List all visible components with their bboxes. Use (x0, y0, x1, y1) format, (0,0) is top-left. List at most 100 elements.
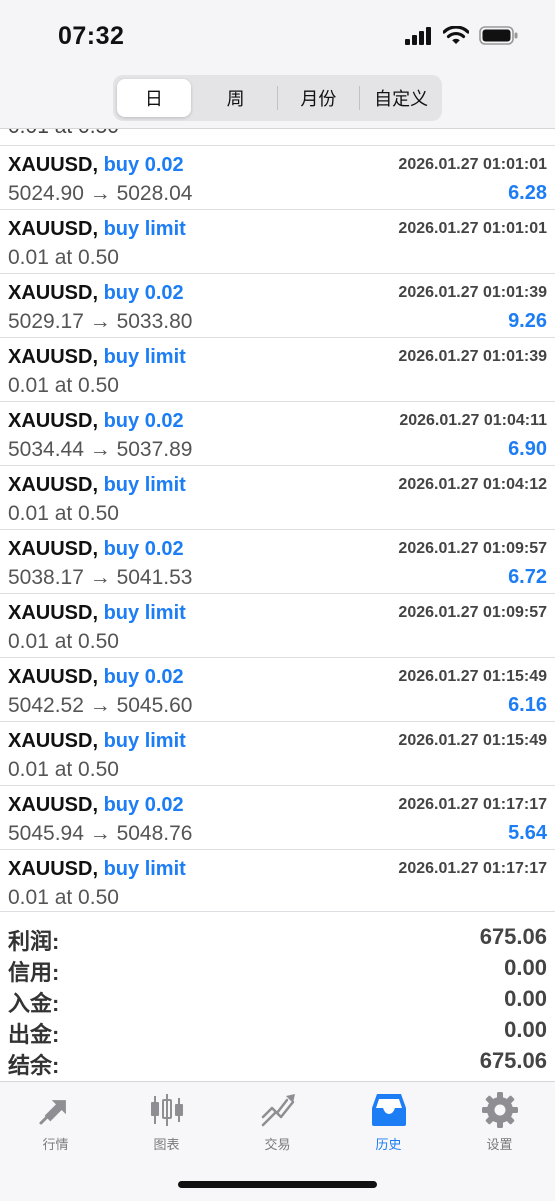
summary-row-balance: 结余: 675.06 (0, 1048, 555, 1079)
order-detail: 0.01 at 0.50 (8, 246, 119, 269)
order-row[interactable]: XAUUSD, buy 0.02 2026.01.27 01:17:17 504… (0, 785, 555, 849)
order-row[interactable]: XAUUSD, buy 0.02 2026.01.27 01:01:01 502… (0, 145, 555, 209)
order-row[interactable]: XAUUSD, buy limit 2026.01.27 01:15:49 0.… (0, 721, 555, 785)
order-action: buy limit (103, 474, 186, 496)
status-icons (405, 26, 519, 45)
order-symbol-line: XAUUSD, buy 0.02 (8, 410, 184, 433)
status-bar: 07:32 (0, 0, 555, 72)
summary-value: 675.06 (479, 1048, 547, 1073)
order-symbol-line: XAUUSD, buy 0.02 (8, 282, 184, 305)
segment-divider (276, 86, 278, 110)
order-time: 2026.01.27 01:01:01 (398, 220, 547, 237)
order-action: buy limit (103, 858, 186, 880)
period-tab-day[interactable]: 日 (117, 79, 191, 117)
order-time: 2026.01.27 01:15:49 (398, 668, 547, 685)
order-row[interactable]: XAUUSD, buy limit 2026.01.27 01:01:39 0.… (0, 337, 555, 401)
order-symbol: XAUUSD, (8, 538, 99, 560)
tab-label: 设置 (486, 1137, 513, 1152)
period-tab-week[interactable]: 周 (199, 79, 273, 117)
history-icon (371, 1094, 406, 1126)
order-row[interactable]: XAUUSD, buy 0.02 2026.01.27 01:01:39 502… (0, 273, 555, 337)
order-profit: 9.26 (508, 310, 547, 332)
order-action: buy 0.02 (103, 538, 184, 560)
order-time: 2026.01.27 01:04:12 (398, 476, 547, 493)
segment-divider (359, 86, 361, 110)
order-profit: 6.90 (508, 438, 547, 460)
order-symbol: XAUUSD, (8, 282, 99, 304)
order-symbol: XAUUSD, (8, 218, 99, 240)
summary-value: 0.00 (504, 1017, 547, 1042)
order-symbol-line: XAUUSD, buy limit (8, 858, 186, 881)
status-time: 07:32 (58, 22, 125, 50)
order-row[interactable]: XAUUSD, buy limit 2026.01.27 01:04:12 0.… (0, 465, 555, 529)
order-time: 2026.01.27 01:01:01 (398, 156, 547, 173)
order-time: 2026.01.27 01:04:11 (399, 412, 547, 429)
order-time: 2026.01.27 01:01:39 (398, 348, 547, 365)
tab-trade[interactable]: 交易 (222, 1090, 333, 1153)
order-symbol: XAUUSD, (8, 346, 99, 368)
order-detail: 5042.52 → 5045.60 (8, 694, 193, 717)
order-symbol-line: XAUUSD, buy limit (8, 474, 186, 497)
order-history-list[interactable]: 0.01 at 0.50 XAUUSD, buy 0.02 2026.01.27… (0, 129, 555, 911)
order-action: buy limit (103, 730, 186, 752)
order-detail: 0.01 at 0.50 (8, 886, 119, 909)
order-detail: 5045.94 → 5048.76 (8, 822, 193, 845)
tab-history[interactable]: 历史 (333, 1090, 444, 1153)
order-row[interactable]: XAUUSD, buy limit 2026.01.27 01:01:01 0.… (0, 209, 555, 273)
gear-icon (481, 1092, 518, 1128)
order-detail: 5038.17 → 5041.53 (8, 566, 193, 589)
order-symbol: XAUUSD, (8, 666, 99, 688)
battery-icon (479, 26, 518, 45)
order-time: 2026.01.27 01:17:17 (398, 860, 547, 877)
tab-label: 行情 (42, 1137, 69, 1152)
order-profit: 6.72 (508, 566, 547, 588)
account-summary: 利润: 675.06 信用: 0.00 入金: 0.00 出金: 0.00 结余… (0, 911, 555, 1082)
order-action: buy limit (103, 602, 186, 624)
order-detail: 5029.17 → 5033.80 (8, 310, 193, 333)
order-symbol-line: XAUUSD, buy 0.02 (8, 154, 184, 177)
summary-row-deposit: 入金: 0.00 (0, 986, 555, 1017)
order-symbol-line: XAUUSD, buy limit (8, 218, 186, 241)
summary-label: 信用: (8, 960, 60, 985)
order-action: buy 0.02 (103, 794, 184, 816)
order-action: buy limit (103, 218, 186, 240)
summary-value: 0.00 (504, 955, 547, 980)
order-row[interactable]: XAUUSD, buy limit 2026.01.27 01:17:17 0.… (0, 849, 555, 911)
quotes-icon (39, 1100, 66, 1125)
order-time: 2026.01.27 01:17:17 (398, 796, 547, 813)
home-indicator[interactable] (178, 1181, 377, 1188)
order-symbol-line: XAUUSD, buy 0.02 (8, 666, 184, 689)
summary-row-profit: 利润: 675.06 (0, 924, 555, 955)
order-symbol-line: XAUUSD, buy limit (8, 602, 186, 625)
order-symbol: XAUUSD, (8, 794, 99, 816)
order-action: buy 0.02 (103, 666, 184, 688)
tab-label: 交易 (264, 1137, 291, 1152)
order-symbol: XAUUSD, (8, 730, 99, 752)
order-row[interactable]: XAUUSD, buy 0.02 2026.01.27 01:15:49 504… (0, 657, 555, 721)
order-detail: 0.01 at 0.50 (8, 758, 119, 781)
order-detail: 0.01 at 0.50 (8, 630, 119, 653)
period-tab-custom[interactable]: 自定义 (364, 79, 438, 117)
order-symbol: XAUUSD, (8, 474, 99, 496)
partial-row-detail: 0.01 at 0.50 (8, 129, 119, 139)
summary-label: 出金: (8, 1022, 60, 1047)
order-action: buy 0.02 (103, 154, 184, 176)
tab-chart[interactable]: 图表 (111, 1090, 222, 1153)
summary-row-withdrawal: 出金: 0.00 (0, 1017, 555, 1048)
period-tab-month[interactable]: 月份 (282, 79, 356, 117)
tab-settings[interactable]: 设置 (444, 1090, 555, 1153)
order-row[interactable]: XAUUSD, buy 0.02 2026.01.27 01:09:57 503… (0, 529, 555, 593)
chart-icon (150, 1094, 183, 1126)
tab-label: 图表 (153, 1137, 180, 1152)
summary-label: 入金: (8, 991, 60, 1016)
order-row[interactable]: XAUUSD, buy 0.02 2026.01.27 01:04:11 503… (0, 401, 555, 465)
order-time: 2026.01.27 01:15:49 (398, 732, 547, 749)
summary-value: 0.00 (504, 986, 547, 1011)
order-action: buy 0.02 (103, 282, 184, 304)
period-segmented-control: 日 周 月份 自定义 (113, 75, 442, 121)
period-header: 日 周 月份 自定义 (0, 72, 555, 129)
tab-quotes[interactable]: 行情 (0, 1090, 111, 1153)
order-symbol-line: XAUUSD, buy 0.02 (8, 538, 184, 561)
order-row[interactable]: XAUUSD, buy limit 2026.01.27 01:09:57 0.… (0, 593, 555, 657)
order-symbol: XAUUSD, (8, 602, 99, 624)
